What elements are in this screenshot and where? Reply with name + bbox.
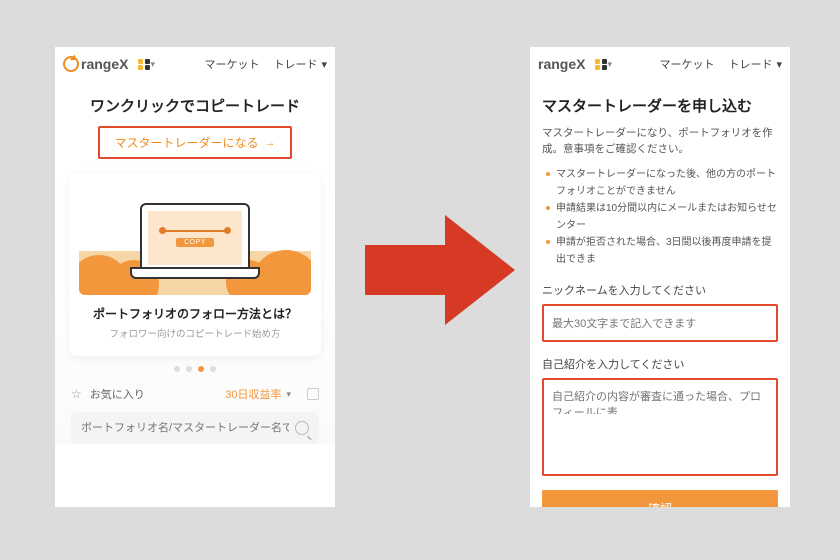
page-intro: マスタートレーダーになり、ポートフォリオを作成。意事項をご確認ください。 xyxy=(542,126,778,158)
become-master-button[interactable]: マスタートレーダーになる → xyxy=(98,126,291,159)
top-nav: マーケット トレード▾ xyxy=(204,56,327,72)
flow-arrow-icon xyxy=(365,210,515,330)
tutorial-card[interactable]: COPY ポートフォリオのフォロー方法とは？ フォロワー向けのコピートレード始め… xyxy=(69,173,321,356)
page-body: ワンクリックでコピートレード マスタートレーダーになる → COPY ポートフォ… xyxy=(55,81,335,444)
illustration-copy-button: COPY xyxy=(176,238,214,247)
rate-dropdown[interactable]: 30日収益率 ▾ xyxy=(225,386,291,402)
brand-logo[interactable]: rangeX xyxy=(538,56,585,72)
bio-field[interactable] xyxy=(542,378,778,476)
search-bar[interactable] xyxy=(71,412,319,444)
top-nav: マーケット トレード▾ xyxy=(659,56,782,72)
brand-name: rangeX xyxy=(538,56,585,72)
filter-bar: ☆ お気に入り 30日収益率 ▾ xyxy=(69,386,321,412)
nav-market[interactable]: マーケット xyxy=(204,56,259,72)
bio-label: 自己紹介を入力してください xyxy=(542,356,778,372)
app-header: rangeX ▾ マーケット トレード▾ xyxy=(55,47,335,81)
chevron-down-icon: ▾ xyxy=(776,58,782,71)
chevron-down-icon: ▾ xyxy=(150,59,155,70)
nav-trade[interactable]: トレード▾ xyxy=(273,56,327,72)
card-subtitle: フォロワー向けのコピートレード始め方 xyxy=(79,326,311,340)
notice-item: マスタートレーダーになった後、他の方のポートフォリオことができません xyxy=(546,166,778,200)
notice-item: 申請結果は10分間以内にメールまたはお知らせセンター xyxy=(546,200,778,234)
chevron-down-icon: ▾ xyxy=(321,58,327,71)
grid-view-icon[interactable] xyxy=(307,388,319,400)
search-input[interactable] xyxy=(81,422,289,434)
chevron-down-icon: ▾ xyxy=(286,389,291,400)
app-header: rangeX ▾ マーケット トレード▾ xyxy=(530,47,790,81)
page-title: マスタートレーダーを申し込む xyxy=(542,95,778,116)
chevron-down-icon: ▾ xyxy=(607,59,612,70)
screen-apply-master: rangeX ▾ マーケット トレード▾ マスタートレーダーを申し込む マスター… xyxy=(530,47,790,507)
arrow-right-icon: → xyxy=(265,137,276,149)
apps-icon[interactable] xyxy=(589,59,601,70)
carousel-dots[interactable] xyxy=(69,366,321,372)
apps-icon[interactable] xyxy=(132,59,144,70)
nickname-input[interactable] xyxy=(552,318,768,330)
nav-trade[interactable]: トレード▾ xyxy=(728,56,782,72)
cta-label: マスタートレーダーになる xyxy=(114,134,258,151)
notice-item: 申請が拒否された場合、3日間以後再度申請を提出できま xyxy=(546,234,778,268)
screen-copytrade-home: rangeX ▾ マーケット トレード▾ ワンクリックでコピートレード マスター… xyxy=(55,47,335,507)
brand-logo[interactable]: rangeX xyxy=(63,56,128,72)
page-body: マスタートレーダーを申し込む マスタートレーダーになり、ポートフォリオを作成。意… xyxy=(530,81,790,507)
nickname-label: ニックネームを入力してください xyxy=(542,282,778,298)
brand-name: rangeX xyxy=(81,56,128,72)
laptop-icon: COPY xyxy=(140,203,250,273)
page-title: ワンクリックでコピートレード xyxy=(69,95,321,116)
bio-input[interactable] xyxy=(552,388,768,414)
favorite-label[interactable]: お気に入り xyxy=(90,386,145,402)
nickname-field[interactable] xyxy=(542,304,778,342)
confirm-button[interactable]: 確認 xyxy=(542,490,778,508)
star-icon[interactable]: ☆ xyxy=(71,387,82,401)
nav-market[interactable]: マーケット xyxy=(659,56,714,72)
logo-mark-icon xyxy=(63,56,79,72)
illustration: COPY xyxy=(79,185,311,295)
card-title: ポートフォリオのフォロー方法とは？ xyxy=(79,305,311,322)
search-icon[interactable] xyxy=(295,421,309,435)
notice-list: マスタートレーダーになった後、他の方のポートフォリオことができません 申請結果は… xyxy=(542,166,778,268)
